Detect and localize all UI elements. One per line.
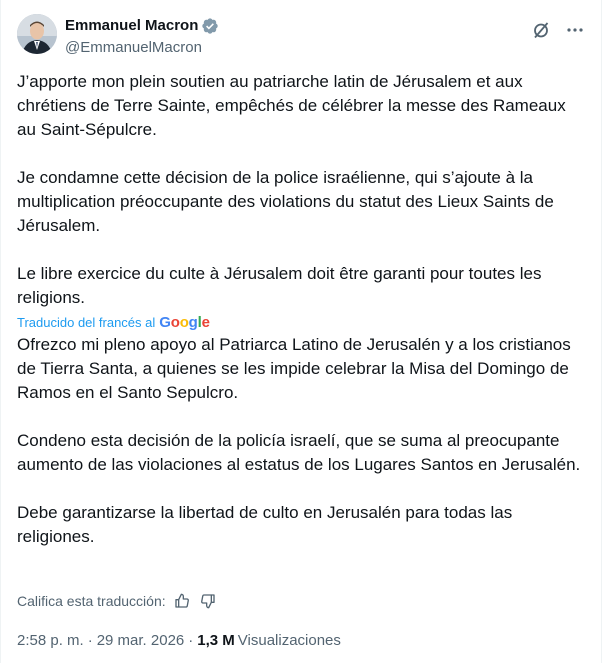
translation-source-label[interactable]: Traducido del francés al (17, 311, 155, 335)
tweet-header: Emmanuel Macron @EmmanuelMacron (17, 12, 585, 60)
tweet-time[interactable]: 2:58 p. m. (17, 631, 84, 651)
translated-paragraph-3: Debe garantizarse la libertad de culto e… (17, 503, 517, 546)
tweet-date[interactable]: 29 mar. 2026 (97, 631, 185, 651)
original-paragraph-1: J’apporte mon plein soutien au patriarch… (17, 72, 571, 139)
tweet-meta: 2:58 p. m. · 29 mar. 2026 · 1,3 M Visual… (17, 631, 341, 651)
translation-attribution: Traducido del francés al Google (17, 313, 582, 333)
original-paragraph-3: Le libre exercice du culte à Jérusalem d… (17, 264, 547, 307)
meta-separator: · (188, 632, 194, 649)
original-paragraph-2: Je condamne cette décision de la police … (17, 168, 559, 235)
translated-paragraph-2: Condeno esta decisión de la policía isra… (17, 431, 581, 474)
rate-translation-row: Califica esta traducción: (17, 592, 218, 610)
google-letter: o (179, 314, 189, 331)
name-row: Emmanuel Macron (65, 16, 219, 36)
google-logo: Google (159, 311, 210, 335)
google-letter: G (159, 314, 171, 331)
slashed-circle-icon[interactable] (531, 20, 551, 40)
views-count[interactable]: 1,3 M (197, 631, 235, 651)
google-letter: e (201, 314, 210, 331)
meta-separator: · (87, 632, 93, 649)
tweet-body: J’apporte mon plein soutien au patriarch… (17, 70, 582, 549)
thumbs-down-icon[interactable] (200, 592, 218, 610)
avatar-image (17, 14, 57, 54)
rate-translation-label: Califica esta traducción: (17, 593, 166, 609)
more-dots-icon[interactable] (565, 20, 585, 40)
google-letter: o (170, 314, 180, 331)
translated-paragraph-1: Ofrezco mi pleno apoyo al Patriarca Lati… (17, 335, 576, 402)
header-actions (531, 20, 585, 40)
author-name[interactable]: Emmanuel Macron (65, 16, 198, 36)
avatar[interactable] (17, 14, 57, 54)
tweet-container: Emmanuel Macron @EmmanuelMacron J’apport… (0, 0, 602, 663)
google-letter: g (188, 314, 198, 331)
verified-badge-icon (201, 17, 219, 35)
thumbs-up-icon[interactable] (174, 592, 192, 610)
author-handle[interactable]: @EmmanuelMacron (65, 38, 202, 58)
views-label[interactable]: Visualizaciones (238, 631, 341, 651)
